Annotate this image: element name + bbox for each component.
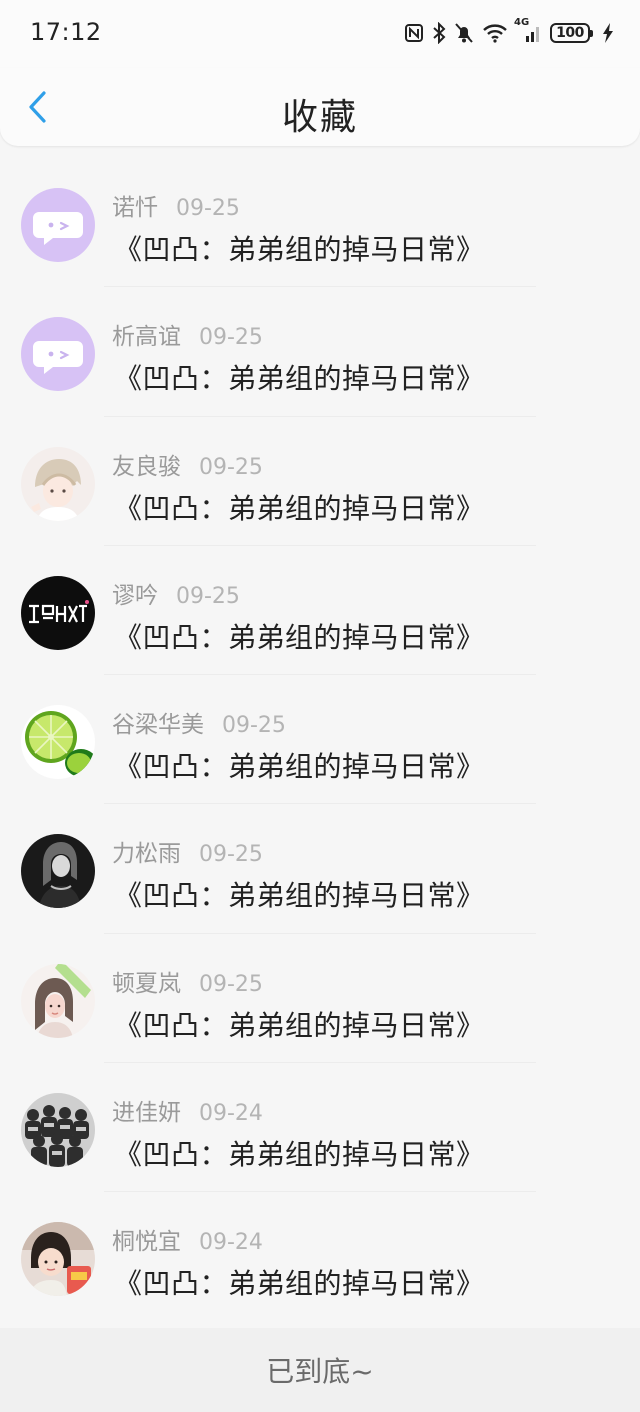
item-meta: 桐悦宜 09-24 (112, 1222, 263, 1256)
post-date: 09-25 (222, 713, 286, 739)
avatar[interactable] (21, 963, 95, 1038)
post-date: 09-25 (176, 196, 240, 221)
status-bar: 17:12 4G 100 (0, 0, 640, 68)
item-meta: 顿夏岚 09-25 (112, 964, 263, 998)
post-title[interactable]: 《凹凸：弟弟组的掉马日常》 (114, 357, 485, 397)
post-title[interactable]: 《凹凸：弟弟组的掉马日常》 (114, 1004, 485, 1044)
end-of-list-text: 已到底~ (266, 1355, 374, 1388)
page-title: 收藏 (281, 97, 358, 138)
list-item[interactable]: 诺忏 09-25 《凹凸：弟弟组的掉马日常》 (0, 158, 640, 288)
list-end-footer: 已到底~ (0, 1328, 640, 1412)
item-meta: 友良骏 09-25 (112, 447, 263, 481)
avatar[interactable] (21, 1093, 95, 1168)
charging-icon (602, 20, 614, 46)
lime-avatar-icon (21, 705, 95, 780)
user-name: 顿夏岚 (112, 970, 181, 997)
signal-label: 4G (514, 17, 530, 28)
post-title[interactable]: 《凹凸：弟弟组的掉马日常》 (114, 1262, 485, 1302)
post-date: 09-24 (199, 1101, 263, 1127)
bluetooth-icon (432, 20, 446, 46)
status-time: 17:12 (30, 18, 102, 46)
post-date: 09-25 (199, 454, 263, 480)
list-item[interactable]: 力松雨 09-25 《凹凸：弟弟组的掉马日常》 (0, 804, 640, 934)
child-photo-avatar-icon (21, 1222, 95, 1297)
list-item[interactable]: 析高谊 09-25 《凹凸：弟弟组的掉马日常》 (0, 287, 640, 417)
page-header: 收藏 (0, 68, 640, 146)
default-chat-avatar-icon (21, 188, 95, 262)
post-date: 09-25 (199, 325, 263, 351)
post-date: 09-24 (199, 1230, 263, 1256)
post-date: 09-25 (176, 583, 240, 609)
post-title[interactable]: 《凹凸：弟弟组的掉马日常》 (114, 616, 485, 656)
bell-off-icon (454, 20, 474, 46)
item-meta: 诺忏 09-25 (112, 188, 240, 222)
nfc-icon (404, 20, 424, 46)
battery-icon: 100 (550, 23, 593, 43)
signal-icon: 4G (514, 17, 542, 46)
dark-portrait-avatar-icon (21, 834, 95, 909)
user-name: 友良骏 (112, 453, 181, 480)
list-item[interactable]: 谷梁华美 09-25 《凹凸：弟弟组的掉马日常》 (0, 675, 640, 805)
item-meta: 进佳妍 09-24 (112, 1093, 263, 1127)
wifi-icon (482, 20, 508, 46)
anime-boy-avatar-icon (21, 446, 95, 521)
user-name: 力松雨 (112, 841, 181, 868)
user-name: 谷梁华美 (112, 712, 204, 739)
item-meta: 力松雨 09-25 (112, 834, 263, 868)
list-item[interactable]: 进佳妍 09-24 《凹凸：弟弟组的掉马日常》 (0, 1063, 640, 1193)
post-title[interactable]: 《凹凸：弟弟组的掉马日常》 (114, 487, 485, 527)
list-item[interactable]: 顿夏岚 09-25 《凹凸：弟弟组的掉马日常》 (0, 934, 640, 1064)
user-name: 桐悦宜 (112, 1229, 181, 1256)
post-date: 09-25 (199, 971, 263, 997)
user-name: 析高谊 (112, 324, 181, 351)
avatar[interactable] (21, 317, 95, 392)
post-title[interactable]: 《凹凸：弟弟组的掉马日常》 (114, 1133, 485, 1173)
default-chat-avatar-icon (21, 317, 95, 392)
item-meta: 谬吟 09-25 (112, 576, 240, 610)
avatar[interactable] (21, 188, 95, 262)
avatar[interactable] (21, 705, 95, 780)
avatar[interactable] (21, 834, 95, 909)
post-date: 09-25 (199, 842, 263, 868)
group-photo-avatar-icon (21, 1093, 95, 1168)
post-title[interactable]: 《凹凸：弟弟组的掉马日常》 (114, 228, 485, 268)
avatar[interactable] (21, 1222, 95, 1297)
item-meta: 析高谊 09-25 (112, 317, 263, 351)
avatar[interactable] (21, 446, 95, 521)
user-name: 谬吟 (112, 582, 158, 609)
favorites-list: 诺忏 09-25 《凹凸：弟弟组的掉马日常》 析高谊 09-25 《凹凸：弟弟组… (0, 158, 640, 1322)
item-meta: 谷梁华美 09-25 (112, 705, 286, 739)
black-logo-avatar-icon (21, 575, 95, 650)
user-name: 进佳妍 (112, 1100, 181, 1127)
list-item[interactable]: 友良骏 09-25 《凹凸：弟弟组的掉马日常》 (0, 417, 640, 546)
list-item[interactable]: 谬吟 09-25 《凹凸：弟弟组的掉马日常》 (0, 546, 640, 676)
girl-green-avatar-icon (21, 963, 95, 1038)
list-item[interactable]: 桐悦宜 09-24 《凹凸：弟弟组的掉马日常》 (0, 1192, 640, 1321)
post-title[interactable]: 《凹凸：弟弟组的掉马日常》 (114, 745, 485, 785)
user-name: 诺忏 (112, 195, 158, 221)
status-icons: 4G 100 (404, 17, 614, 46)
post-title[interactable]: 《凹凸：弟弟组的掉马日常》 (114, 874, 485, 914)
avatar[interactable] (21, 575, 95, 650)
